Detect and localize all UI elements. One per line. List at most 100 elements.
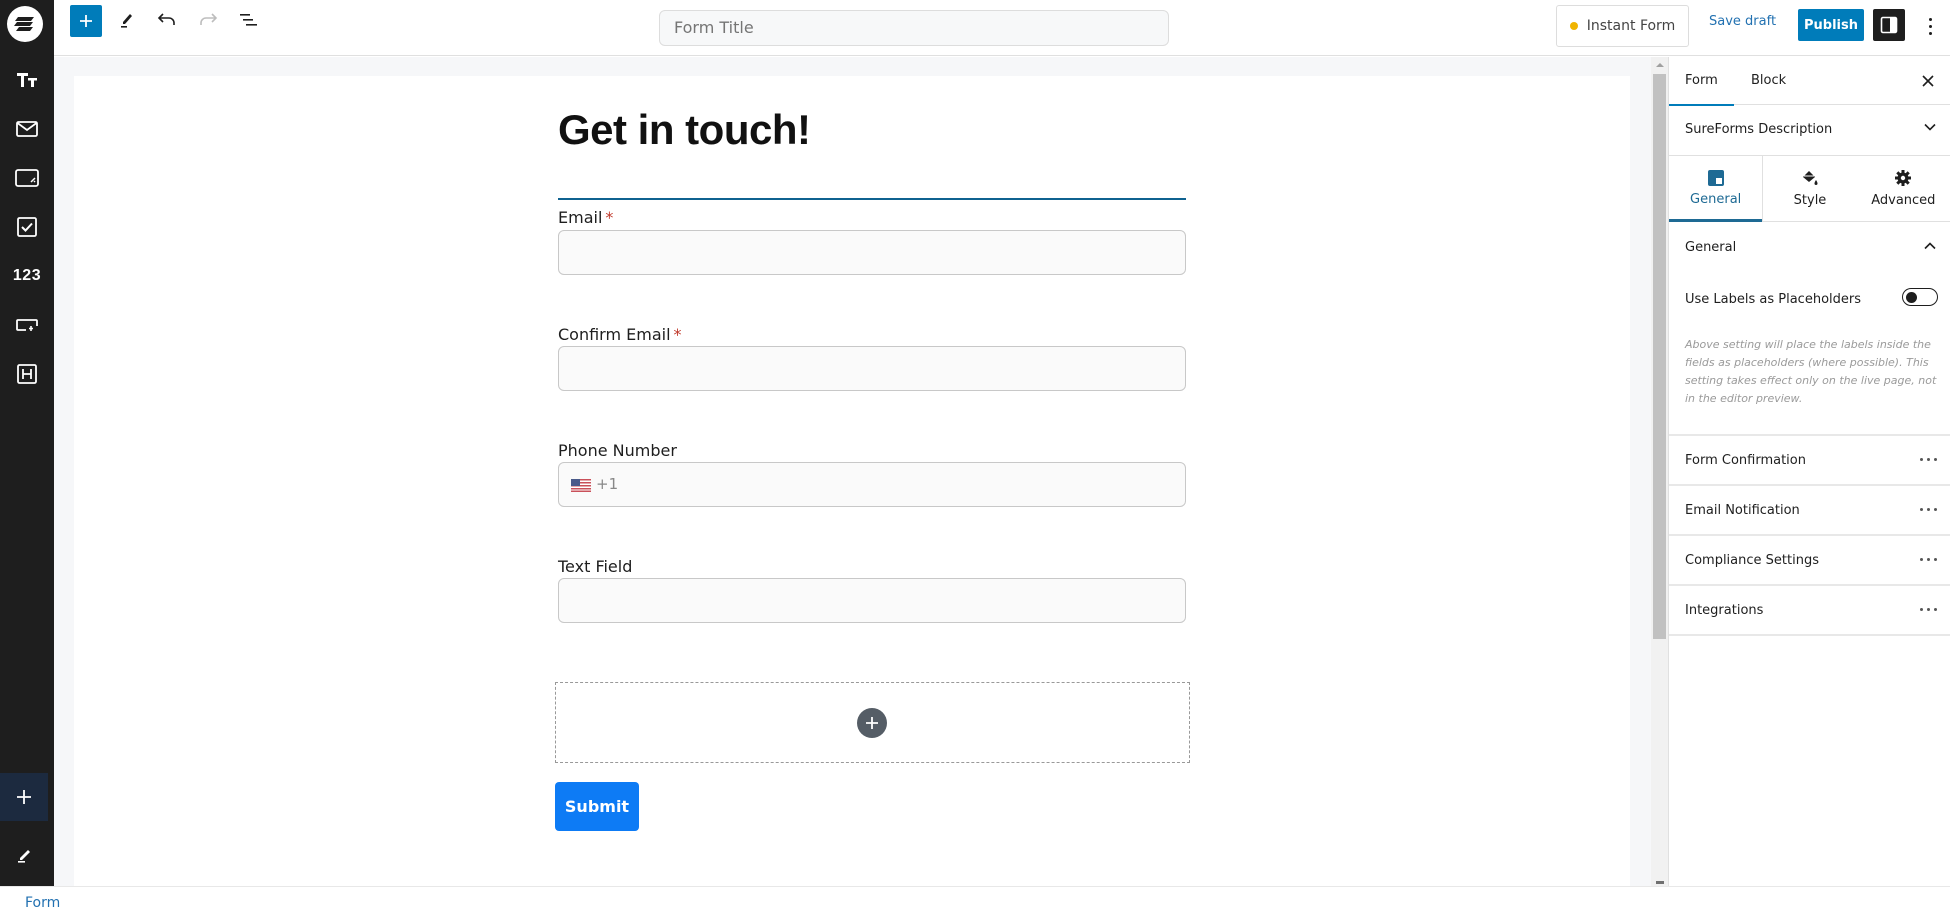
- close-icon: [1922, 75, 1934, 87]
- required-mark: *: [605, 208, 614, 227]
- text-field-input[interactable]: [558, 578, 1186, 623]
- sureforms-logo[interactable]: [7, 6, 43, 42]
- form-editor: 123 Form Title Instant Form Save draft P…: [0, 0, 1950, 918]
- redo-icon: [200, 13, 218, 25]
- heading-separator: [558, 198, 1186, 200]
- email-label-text: Email: [558, 208, 603, 227]
- subtab-label: General: [1690, 192, 1742, 207]
- undo-icon: [157, 13, 175, 25]
- general-section-title[interactable]: General: [1685, 240, 1736, 255]
- section-title: SureForms Description: [1685, 122, 1833, 137]
- confirm-email-label: Confirm Email *: [558, 325, 682, 344]
- textarea-icon[interactable]: [0, 158, 54, 198]
- instant-form-label: Instant Form: [1586, 18, 1676, 34]
- kebab-dot: [1928, 31, 1932, 35]
- email-input[interactable]: [558, 230, 1186, 275]
- chevron-down-icon: [1924, 123, 1936, 131]
- settings-panel: Form Block SureForms Description General…: [1668, 57, 1950, 886]
- text-field-label: Text Field: [558, 557, 633, 576]
- toggle-knob: [1906, 291, 1917, 303]
- tools-button[interactable]: [110, 4, 142, 36]
- setting-label: Form Confirmation: [1685, 453, 1806, 468]
- text-icon[interactable]: [0, 60, 54, 100]
- checkbox-icon[interactable]: [0, 207, 54, 247]
- setting-label: Compliance Settings: [1685, 553, 1819, 568]
- submit-button[interactable]: Submit: [555, 782, 639, 831]
- paint-bucket-icon: [1802, 171, 1818, 185]
- compliance-settings-row[interactable]: Compliance Settings: [1669, 536, 1950, 586]
- settings-panel-toggle[interactable]: [1873, 9, 1905, 41]
- breadcrumb-form[interactable]: Form: [25, 895, 60, 911]
- country-code: +1: [596, 475, 619, 493]
- plus-icon: [80, 15, 92, 27]
- kebab-dot: [1928, 24, 1932, 28]
- close-panel-button[interactable]: [1918, 71, 1938, 91]
- gear-icon: [1895, 170, 1912, 186]
- block-appender[interactable]: [555, 682, 1190, 763]
- kebab-dot: [1928, 17, 1932, 21]
- confirm-email-label-text: Confirm Email: [558, 325, 671, 344]
- scroll-up-arrow-icon[interactable]: [1656, 63, 1664, 67]
- form-heading[interactable]: Get in touch!: [558, 106, 811, 154]
- sureforms-description-section[interactable]: SureForms Description: [1669, 105, 1950, 156]
- add-block-button[interactable]: [0, 773, 48, 821]
- block-breadcrumb-bar: Form: [0, 886, 1950, 918]
- scroll-down-arrow-icon[interactable]: [1656, 881, 1664, 884]
- more-options-button[interactable]: [1920, 10, 1940, 42]
- setting-label: Integrations: [1685, 603, 1764, 618]
- number-icon-label: 123: [12, 267, 42, 284]
- layout-icon: [1707, 170, 1724, 186]
- chevron-up-icon[interactable]: [1924, 242, 1936, 250]
- scroll-thumb[interactable]: [1653, 74, 1666, 639]
- email-notification-row[interactable]: Email Notification: [1669, 486, 1950, 536]
- editor-toolbar: Form Title Instant Form Save draft Publi…: [54, 0, 1950, 56]
- list-view-icon: [240, 14, 257, 26]
- form-title-input[interactable]: Form Title: [659, 10, 1169, 46]
- block-inserter-button[interactable]: [70, 5, 102, 37]
- more-horizontal-icon[interactable]: [1920, 608, 1937, 611]
- use-labels-placeholder-toggle[interactable]: [1902, 288, 1938, 306]
- sidebar-icon: [1880, 16, 1898, 34]
- pencil-icon: [18, 850, 30, 863]
- publish-button[interactable]: Publish: [1798, 9, 1864, 41]
- tab-block[interactable]: Block: [1751, 57, 1786, 105]
- edit-button[interactable]: [0, 835, 48, 875]
- instant-form-button[interactable]: Instant Form: [1556, 5, 1689, 47]
- heading-icon[interactable]: [0, 354, 54, 394]
- status-dot-icon: [1569, 22, 1578, 30]
- subtab-advanced[interactable]: Advanced: [1857, 156, 1950, 221]
- setting-label: Email Notification: [1685, 503, 1800, 518]
- more-horizontal-icon[interactable]: [1920, 558, 1937, 561]
- number-icon[interactable]: 123: [0, 256, 54, 296]
- editor-canvas: Get in touch! Email * Confirm Email * Phon…: [54, 57, 1651, 886]
- more-horizontal-icon[interactable]: [1920, 458, 1937, 461]
- plus-icon: [17, 790, 31, 804]
- phone-number-label: Phone Number: [558, 441, 677, 460]
- canvas-scrollbar[interactable]: [1651, 57, 1668, 886]
- more-horizontal-icon[interactable]: [1920, 508, 1937, 511]
- input-icon[interactable]: [0, 305, 54, 345]
- save-draft-button[interactable]: Save draft: [1709, 14, 1776, 29]
- general-settings-section: General Use Labels as Placeholders Above…: [1669, 222, 1950, 436]
- settings-subtabs: General Style Advanced: [1669, 156, 1950, 222]
- redo-button[interactable]: [192, 4, 224, 36]
- document-overview-button[interactable]: [233, 4, 265, 36]
- undo-button[interactable]: [151, 4, 183, 36]
- block-sidebar: 123: [0, 0, 54, 886]
- email-label: Email *: [558, 208, 613, 227]
- email-icon[interactable]: [0, 109, 54, 149]
- form-confirmation-row[interactable]: Form Confirmation: [1669, 436, 1950, 486]
- integrations-row[interactable]: Integrations: [1669, 586, 1950, 636]
- phone-number-input[interactable]: +1: [558, 462, 1186, 507]
- us-flag-icon[interactable]: [571, 479, 591, 492]
- use-labels-placeholder-label: Use Labels as Placeholders: [1685, 292, 1862, 307]
- subtab-general[interactable]: General: [1669, 156, 1763, 222]
- form-title-placeholder: Form Title: [674, 18, 754, 37]
- subtab-label: Style: [1793, 193, 1827, 208]
- panel-tabs: Form Block: [1669, 57, 1950, 106]
- subtab-style[interactable]: Style: [1762, 156, 1856, 221]
- tab-form[interactable]: Form: [1669, 57, 1734, 106]
- add-block-plus-button[interactable]: [857, 708, 887, 738]
- required-mark: *: [673, 325, 682, 344]
- confirm-email-input[interactable]: [558, 346, 1186, 391]
